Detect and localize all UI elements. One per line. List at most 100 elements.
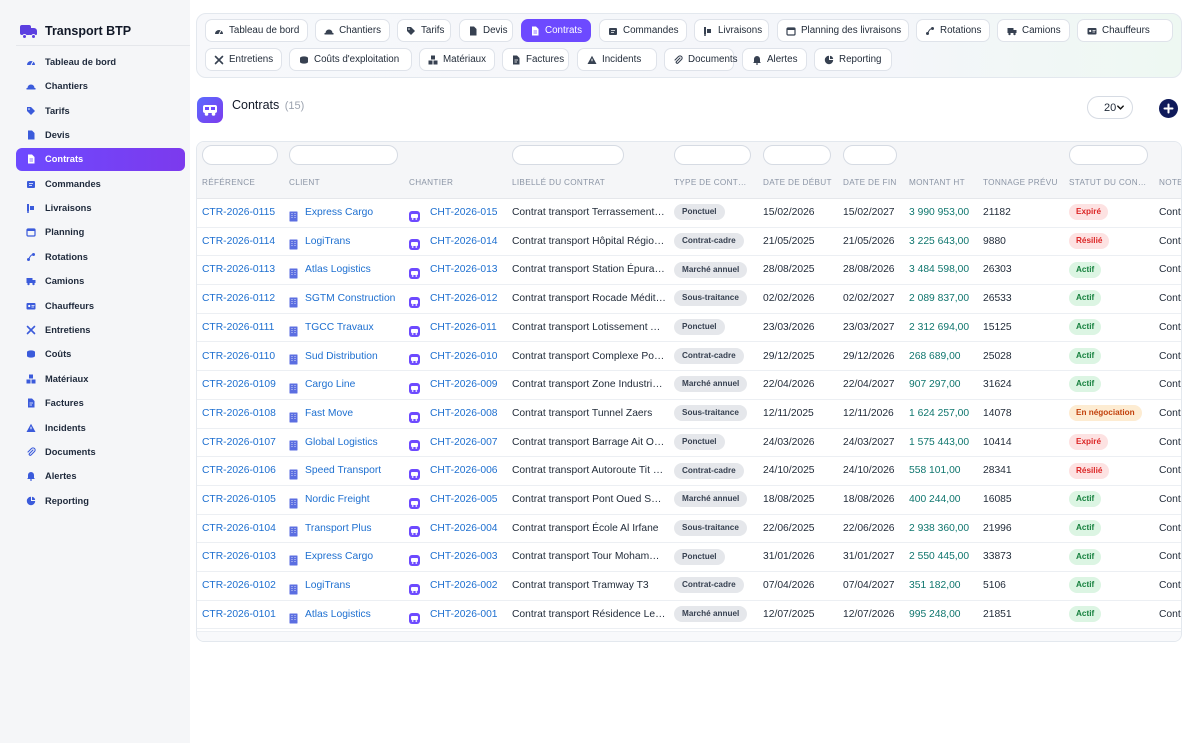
chantier-link[interactable]: CHT-2026-007 (430, 437, 498, 448)
filter-statut-input[interactable] (1069, 145, 1148, 165)
sidebar-item-tableau-de-bord[interactable]: Tableau de bord (16, 50, 185, 74)
table-row[interactable]: CTR-2026-0102 LogiTrans CHT-2026-002 Contra… (197, 572, 1181, 601)
column-header[interactable]: DATE DE FIN (843, 171, 903, 199)
column-header[interactable]: CLIENT (289, 171, 399, 199)
sidebar-item-documents[interactable]: Documents (16, 440, 185, 464)
chantier-link[interactable]: CHT-2026-005 (430, 494, 498, 505)
client-link[interactable]: SGTM Construction (305, 293, 395, 304)
client-link[interactable]: Fast Move (305, 408, 353, 419)
tab-tarifs[interactable]: Tarifs (397, 19, 451, 42)
sidebar-item-planning[interactable]: Planning (16, 221, 185, 245)
client-link[interactable]: Nordic Freight (305, 494, 370, 505)
contract-ref-link[interactable]: CTR-2026-0104 (202, 515, 282, 544)
filter-libelle-input[interactable] (512, 145, 624, 165)
tab-documents[interactable]: Documents (664, 48, 738, 71)
column-header[interactable]: DATE DE DÉBUT (763, 171, 838, 199)
table-row[interactable]: CTR-2026-0106 Speed Transport CHT-2026-006… (197, 457, 1181, 486)
brand[interactable]: Transport BTP (20, 22, 131, 40)
table-row[interactable]: CTR-2026-0113 Atlas Logistics CHT-2026-013… (197, 256, 1181, 286)
client-link[interactable]: Sud Distribution (305, 351, 378, 362)
table-row[interactable]: CTR-2026-0104 Transport Plus CHT-2026-004 C… (197, 515, 1181, 544)
contract-ref-link[interactable]: CTR-2026-0103 (202, 543, 282, 572)
tab-rotations[interactable]: Rotations (916, 19, 990, 42)
column-header[interactable]: CHANTIER (409, 171, 504, 199)
sidebar-item-contrats[interactable]: Contrats (16, 147, 185, 172)
contract-ref-link[interactable]: CTR-2026-0114 (202, 228, 282, 257)
client-link[interactable]: Cargo Line (305, 379, 355, 390)
chantier-link[interactable]: CHT-2026-014 (430, 236, 498, 247)
chantier-link[interactable]: CHT-2026-012 (430, 293, 498, 304)
contract-ref-link[interactable]: CTR-2026-0112 (202, 285, 282, 314)
tab-factures[interactable]: Factures (502, 48, 569, 71)
sidebar-item-chantiers[interactable]: Chantiers (16, 74, 185, 98)
contract-ref-link[interactable]: CTR-2026-0115 (202, 199, 282, 228)
chantier-link[interactable]: CHT-2026-009 (430, 379, 498, 390)
page-size-select[interactable]: 20 (1087, 96, 1133, 119)
column-header[interactable]: STATUT DU CONTRAT (1069, 171, 1151, 199)
horizontal-scrollbar[interactable] (197, 631, 1181, 641)
filter-type-input[interactable] (674, 145, 751, 165)
contract-ref-link[interactable]: CTR-2026-0101 (202, 601, 282, 630)
column-header[interactable]: MONTANT HT (909, 171, 977, 199)
chantier-link[interactable]: CHT-2026-011 (430, 322, 497, 333)
chantier-link[interactable]: CHT-2026-002 (430, 580, 498, 591)
add-contract-button[interactable] (1159, 99, 1178, 118)
table-row[interactable]: CTR-2026-0109 Cargo Line CHT-2026-009 Contr… (197, 371, 1181, 400)
sidebar-item-devis[interactable]: Devis (16, 123, 185, 147)
sidebar-item-alertes[interactable]: Alertes (16, 465, 185, 489)
chantier-link[interactable]: CHT-2026-008 (430, 408, 498, 419)
table-row[interactable]: CTR-2026-0103 Express Cargo CHT-2026-003 Co… (197, 543, 1181, 573)
contract-ref-link[interactable]: CTR-2026-0107 (202, 429, 282, 458)
table-row[interactable]: CTR-2026-0111 TGCC Travaux CHT-2026-011 Con… (197, 314, 1181, 343)
contract-ref-link[interactable]: CTR-2026-0102 (202, 572, 282, 601)
contract-ref-link[interactable]: CTR-2026-0105 (202, 486, 282, 515)
tab-devis[interactable]: Devis (459, 19, 513, 42)
tab-chantiers[interactable]: Chantiers (315, 19, 390, 42)
tab-incidents[interactable]: Incidents (577, 48, 657, 71)
client-link[interactable]: Global Logistics (305, 437, 378, 448)
column-header[interactable]: NOTES (1159, 171, 1181, 199)
client-link[interactable]: Speed Transport (305, 465, 381, 476)
tab-reporting[interactable]: Reporting (814, 48, 892, 71)
tab-couts-d-exploitation[interactable]: Coûts d'exploitation (289, 48, 412, 71)
table-row[interactable]: CTR-2026-0107 Global Logistics CHT-2026-00… (197, 429, 1181, 458)
client-link[interactable]: LogiTrans (305, 236, 350, 247)
tab-chauffeurs[interactable]: Chauffeurs (1077, 19, 1173, 42)
client-link[interactable]: Atlas Logistics (305, 609, 371, 620)
tab-camions[interactable]: Camions (997, 19, 1070, 42)
tab-livraisons[interactable]: Livraisons (694, 19, 769, 42)
column-header[interactable]: RÉFÉRENCE (202, 171, 282, 199)
table-row[interactable]: CTR-2026-0115 Express Cargo CHT-2026-015 Co… (197, 199, 1181, 228)
client-link[interactable]: Transport Plus (305, 523, 372, 534)
table-row[interactable]: CTR-2026-0101 Atlas Logistics CHT-2026-001… (197, 601, 1181, 630)
tab-entretiens[interactable]: Entretiens (205, 48, 282, 71)
table-row[interactable]: CTR-2026-0108 Fast Move CHT-2026-008 Contra… (197, 400, 1181, 429)
sidebar-item-commandes[interactable]: Commandes (16, 172, 185, 196)
tab-commandes[interactable]: Commandes (599, 19, 687, 42)
sidebar-item-factures[interactable]: Factures (16, 391, 185, 415)
table-row[interactable]: CTR-2026-0114 LogiTrans CHT-2026-014 Contra… (197, 228, 1181, 257)
sidebar-item-incidents[interactable]: Incidents (16, 416, 185, 440)
contract-ref-link[interactable]: CTR-2026-0106 (202, 457, 282, 486)
sidebar-item-camions[interactable]: Camions (16, 270, 185, 294)
chantier-link[interactable]: CHT-2026-003 (430, 551, 498, 562)
filter-client-input[interactable] (289, 145, 398, 165)
client-link[interactable]: Express Cargo (305, 551, 373, 562)
chantier-link[interactable]: CHT-2026-006 (430, 465, 498, 476)
column-header[interactable]: TONNAGE PRÉVU (983, 171, 1063, 199)
sidebar-item-entretiens[interactable]: Entretiens (16, 318, 185, 342)
chantier-link[interactable]: CHT-2026-013 (430, 264, 498, 275)
column-header[interactable]: LIBELLÉ DU CONTRAT (512, 171, 667, 199)
table-row[interactable]: CTR-2026-0110 Sud Distribution CHT-2026-01… (197, 343, 1181, 372)
sidebar-item-tarifs[interactable]: Tarifs (16, 99, 185, 123)
tab-planning-des-livraisons[interactable]: Planning des livraisons (777, 19, 909, 42)
contract-ref-link[interactable]: CTR-2026-0110 (202, 343, 282, 372)
chantier-link[interactable]: CHT-2026-004 (430, 523, 498, 534)
tab-contrats[interactable]: Contrats (521, 19, 591, 42)
client-link[interactable]: Atlas Logistics (305, 264, 371, 275)
sidebar-item-chauffeurs[interactable]: Chauffeurs (16, 294, 185, 318)
tab-materiaux[interactable]: Matériaux (419, 48, 495, 71)
client-link[interactable]: LogiTrans (305, 580, 350, 591)
filter-date-debut-input[interactable] (763, 145, 831, 165)
table-row[interactable]: CTR-2026-0105 Nordic Freight CHT-2026-005 C… (197, 486, 1181, 515)
